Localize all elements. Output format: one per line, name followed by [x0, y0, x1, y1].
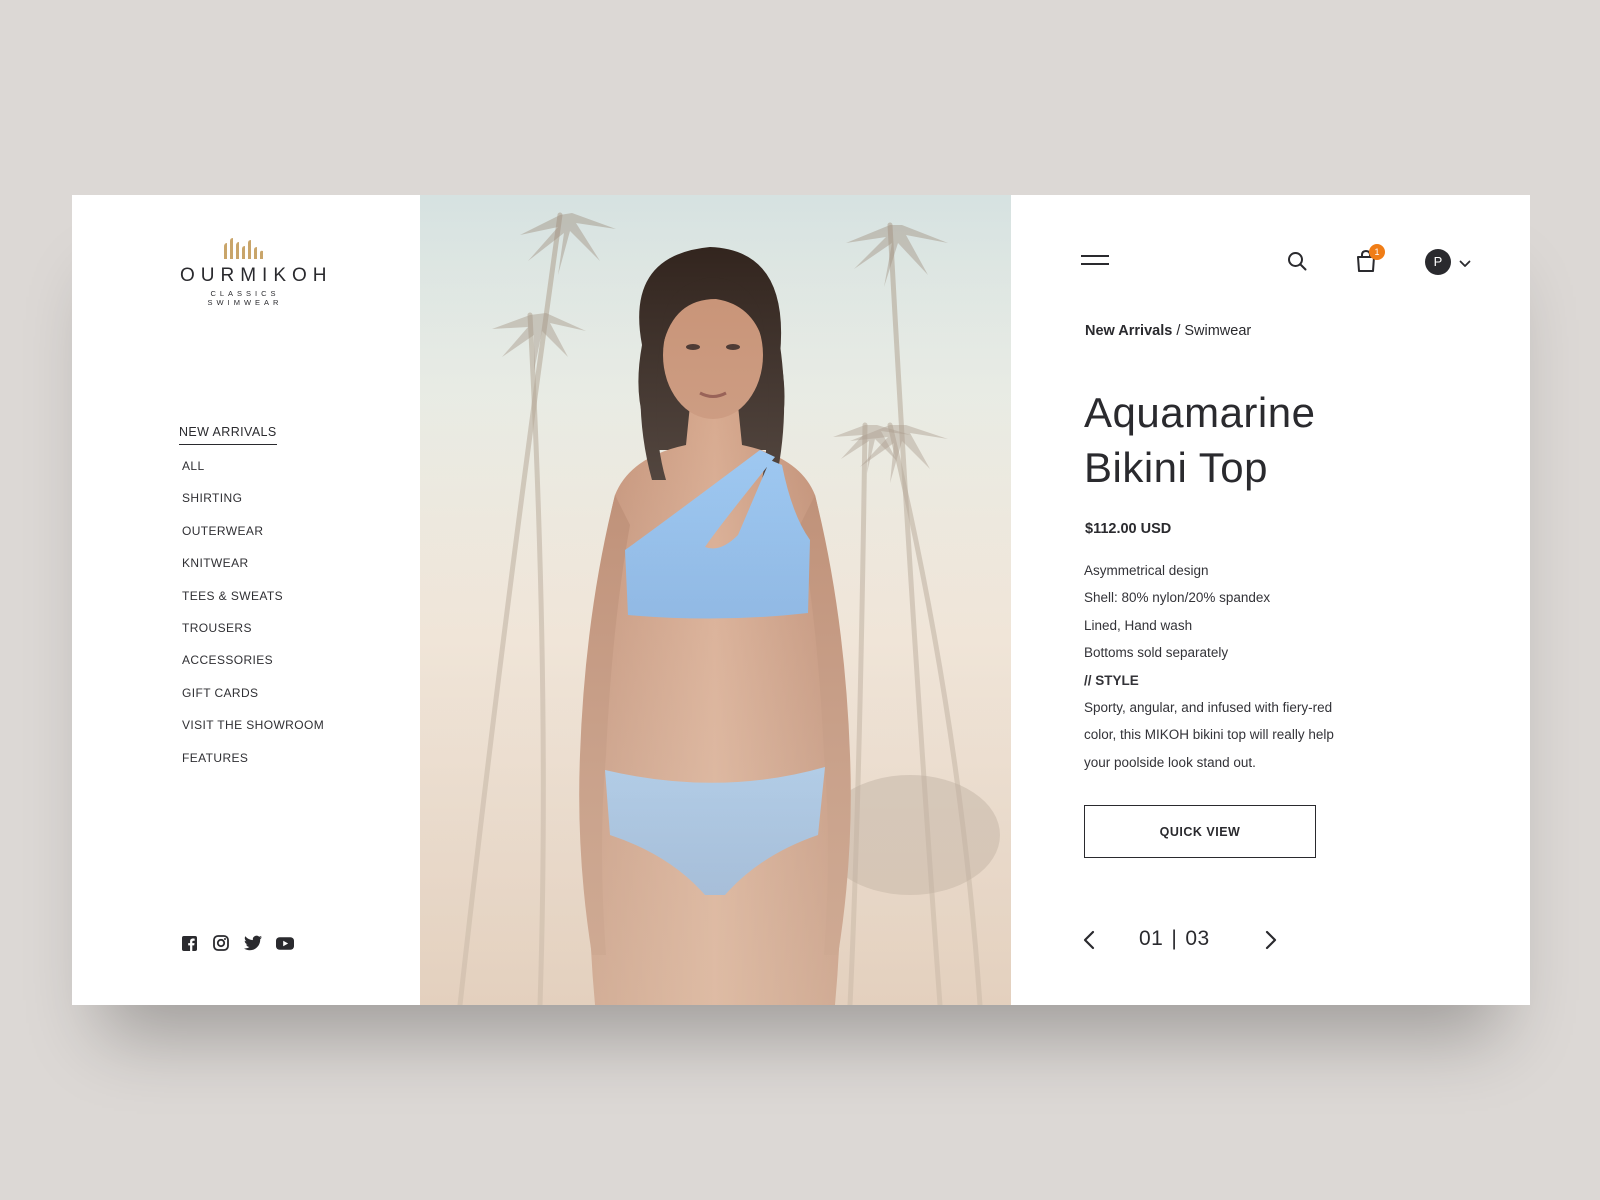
- style-text-line: Sporty, angular, and infused with fiery-…: [1084, 700, 1333, 716]
- social-links: [180, 934, 294, 952]
- brand-tagline: CLASSICS SWIMWEAR: [207, 289, 283, 307]
- nav-item-features[interactable]: FEATURES: [179, 751, 324, 783]
- quick-view-button[interactable]: QUICK VIEW: [1084, 805, 1316, 858]
- nav-item-visit-showroom[interactable]: VISIT THE SHOWROOM: [179, 718, 324, 750]
- model-photo: [420, 195, 1011, 1005]
- hamburger-menu-icon[interactable]: [1081, 253, 1109, 269]
- style-heading: // STYLE: [1084, 672, 1139, 688]
- twitter-icon[interactable]: [244, 934, 262, 952]
- nav-item-outerwear[interactable]: OUTERWEAR: [179, 524, 324, 556]
- product-title: Aquamarine Bikini Top: [1084, 385, 1404, 495]
- nav-item-gift-cards[interactable]: GIFT CARDS: [179, 686, 324, 718]
- product-title-line2: Bikini Top: [1084, 444, 1268, 491]
- style-text-line: color, this MIKOH bikini top will really…: [1084, 727, 1334, 743]
- brand-name: OURMIKOH: [180, 265, 333, 286]
- product-title-line1: Aquamarine: [1084, 389, 1316, 436]
- category-nav: NEW ARRIVALS ALL SHIRTING OUTERWEAR KNIT…: [179, 423, 324, 783]
- feature-line: Lined, Hand wash: [1084, 617, 1193, 633]
- sidebar: OURMIKOH CLASSICS SWIMWEAR NEW ARRIVALS …: [72, 195, 420, 1005]
- product-card: OURMIKOH CLASSICS SWIMWEAR NEW ARRIVALS …: [72, 195, 1530, 1005]
- chevron-right-icon[interactable]: [1265, 930, 1277, 955]
- product-description: Asymmetrical design Shell: 80% nylon/20%…: [1084, 557, 1384, 776]
- product-pager: 01 | 03: [1083, 927, 1283, 953]
- search-icon[interactable]: [1287, 251, 1307, 276]
- nav-item-knitwear[interactable]: KNITWEAR: [179, 556, 324, 588]
- feature-line: Shell: 80% nylon/20% spandex: [1084, 590, 1271, 606]
- nav-item-tees-sweats[interactable]: TEES & SWEATS: [179, 589, 324, 621]
- nav-item-trousers[interactable]: TROUSERS: [179, 621, 324, 653]
- pager-total: 03: [1185, 927, 1210, 950]
- nav-item-shirting[interactable]: SHIRTING: [179, 491, 324, 523]
- nav-title-new-arrivals[interactable]: NEW ARRIVALS: [179, 425, 277, 445]
- breadcrumb-current[interactable]: New Arrivals: [1085, 323, 1172, 339]
- style-text-line: your poolside look stand out.: [1084, 754, 1256, 770]
- youtube-icon[interactable]: [276, 934, 294, 952]
- product-hero-image: [420, 195, 1011, 1005]
- pager-count: 01 | 03: [1139, 927, 1210, 951]
- chevron-down-icon[interactable]: [1459, 255, 1471, 273]
- breadcrumb: New Arrivals / Swimwear: [1085, 323, 1251, 339]
- pager-current: 01: [1139, 927, 1164, 950]
- cart-count-badge: 1: [1369, 244, 1385, 260]
- product-details: 1 P New Arrivals / Swimwear Aquamarine Bik…: [1011, 195, 1530, 1005]
- breadcrumb-category[interactable]: Swimwear: [1184, 323, 1251, 339]
- facebook-icon[interactable]: [180, 934, 198, 952]
- logo-mark-icon: [224, 238, 263, 259]
- chevron-left-icon[interactable]: [1083, 930, 1095, 955]
- feature-line: Asymmetrical design: [1084, 563, 1209, 578]
- pager-divider: |: [1171, 927, 1178, 950]
- nav-item-accessories[interactable]: ACCESSORIES: [179, 653, 324, 685]
- product-price: $112.00 USD: [1085, 521, 1172, 537]
- user-avatar[interactable]: P: [1425, 249, 1451, 275]
- nav-item-all[interactable]: ALL: [179, 459, 324, 491]
- breadcrumb-separator: /: [1176, 323, 1181, 339]
- feature-line: Bottoms sold separately: [1084, 645, 1229, 661]
- brand-logo[interactable]: OURMIKOH CLASSICS SWIMWEAR: [176, 237, 333, 307]
- instagram-icon[interactable]: [212, 934, 230, 952]
